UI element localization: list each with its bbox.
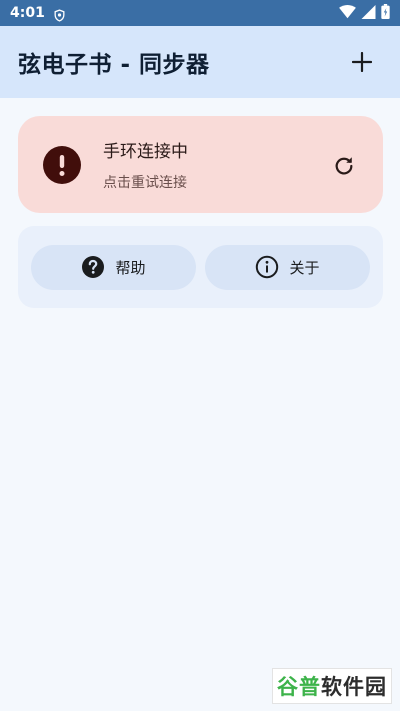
status-icons — [339, 3, 390, 23]
status-bar: 4:01 — [0, 0, 400, 26]
connection-title: 手环连接中 — [103, 142, 188, 162]
wifi-icon — [339, 4, 356, 23]
connection-status-card[interactable]: 手环连接中 点击重试连接 — [18, 116, 383, 213]
actions-panel: 帮助 关于 — [18, 226, 383, 308]
signal-icon — [361, 4, 376, 23]
battery-icon — [381, 3, 390, 23]
watermark-logo: 谷普 软件园 — [272, 668, 392, 704]
shield-icon — [53, 7, 66, 22]
info-icon — [256, 255, 279, 279]
watermark-part2: 软件园 — [321, 675, 387, 699]
refresh-icon — [335, 156, 353, 174]
status-time: 4:01 — [10, 5, 45, 21]
plus-icon — [352, 52, 372, 72]
help-label: 帮助 — [115, 258, 146, 277]
help-button[interactable]: 帮助 — [31, 244, 196, 290]
connection-text: 手环连接中 点击重试连接 — [103, 137, 188, 192]
app-bar: 弦电子书 - 同步器 — [0, 26, 400, 98]
watermark-part1: 谷普 — [277, 675, 321, 699]
page-title: 弦电子书 - 同步器 — [18, 52, 210, 78]
alert-icon — [43, 145, 81, 184]
help-icon — [82, 256, 105, 278]
add-button[interactable] — [342, 42, 382, 82]
refresh-button[interactable] — [327, 148, 361, 182]
about-button[interactable]: 关于 — [205, 244, 370, 290]
connection-subtitle: 点击重试连接 — [103, 175, 187, 191]
about-label: 关于 — [289, 258, 320, 277]
